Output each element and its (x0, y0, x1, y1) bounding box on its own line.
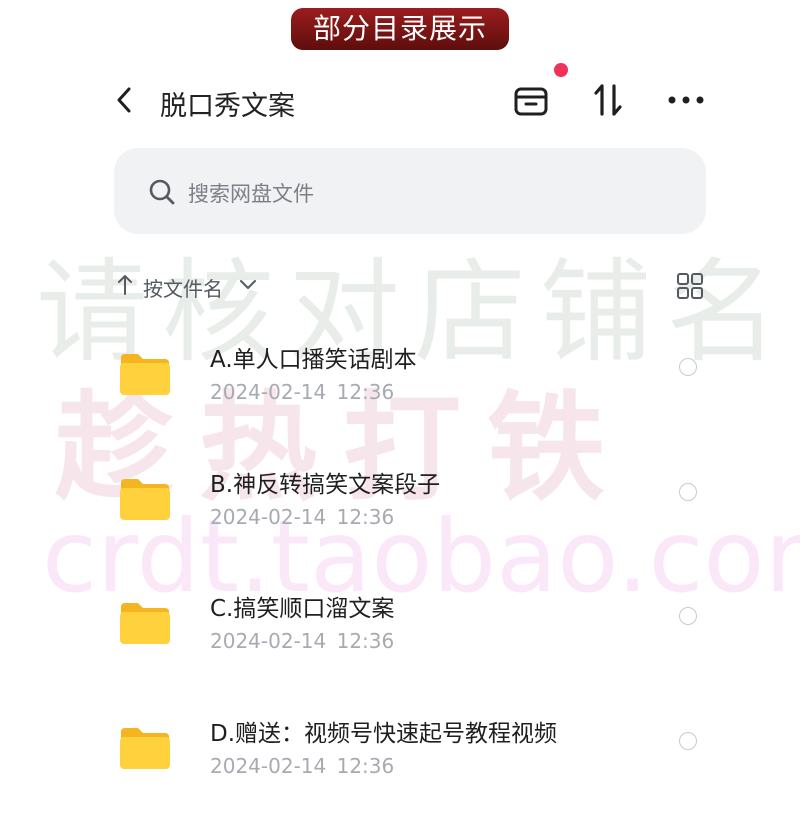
file-name: A.单人口播笑话剧本 (210, 347, 417, 373)
search-placeholder: 搜索网盘文件 (188, 182, 314, 206)
sort-by-name-toggle[interactable]: 按文件名 (143, 273, 223, 302)
sort-button[interactable] (588, 80, 630, 120)
folder-icon (120, 728, 170, 769)
search-input[interactable]: 搜索网盘文件 (114, 148, 706, 234)
file-date: 2024-02-14 12:36 (210, 505, 395, 529)
chevron-down-icon[interactable] (239, 279, 257, 291)
file-row[interactable]: B.神反转搞笑文案段子 2024-02-14 12:36 (0, 455, 800, 565)
file-row[interactable]: C.搞笑顺口溜文案 2024-02-14 12:36 (0, 579, 800, 689)
file-row[interactable]: D.赠送：视频号快速起号教程视频 2024-02-14 12:36 (0, 704, 800, 814)
sort-ascending-icon (118, 275, 132, 295)
select-radio[interactable] (679, 483, 697, 501)
sort-arrows-icon (594, 84, 622, 116)
file-date: 2024-02-14 12:36 (210, 754, 395, 778)
chevron-left-icon (117, 87, 131, 113)
search-icon (149, 179, 175, 205)
catalog-preview-banner: 部分目录展示 (291, 8, 509, 50)
file-row[interactable]: A.单人口播笑话剧本 2024-02-14 12:36 (0, 330, 800, 440)
archive-button[interactable] (510, 80, 552, 120)
more-options-button[interactable] (664, 86, 708, 114)
file-date: 2024-02-14 12:36 (210, 380, 395, 404)
back-button[interactable] (110, 82, 140, 118)
folder-icon (120, 479, 170, 520)
file-name: C.搞笑顺口溜文案 (210, 596, 395, 622)
file-date: 2024-02-14 12:36 (210, 629, 395, 653)
grid-view-button[interactable] (676, 272, 704, 300)
file-name: D.赠送：视频号快速起号教程视频 (210, 721, 558, 747)
folder-icon (120, 354, 170, 395)
more-dots-icon (668, 96, 704, 104)
grid-view-icon (677, 273, 703, 299)
archive-box-icon (514, 87, 548, 116)
notification-dot (554, 63, 568, 77)
file-name: B.神反转搞笑文案段子 (210, 472, 441, 498)
select-radio[interactable] (679, 732, 697, 750)
select-radio[interactable] (679, 358, 697, 376)
page-title: 脱口秀文案 (160, 91, 295, 122)
select-radio[interactable] (679, 607, 697, 625)
folder-icon (120, 603, 170, 644)
